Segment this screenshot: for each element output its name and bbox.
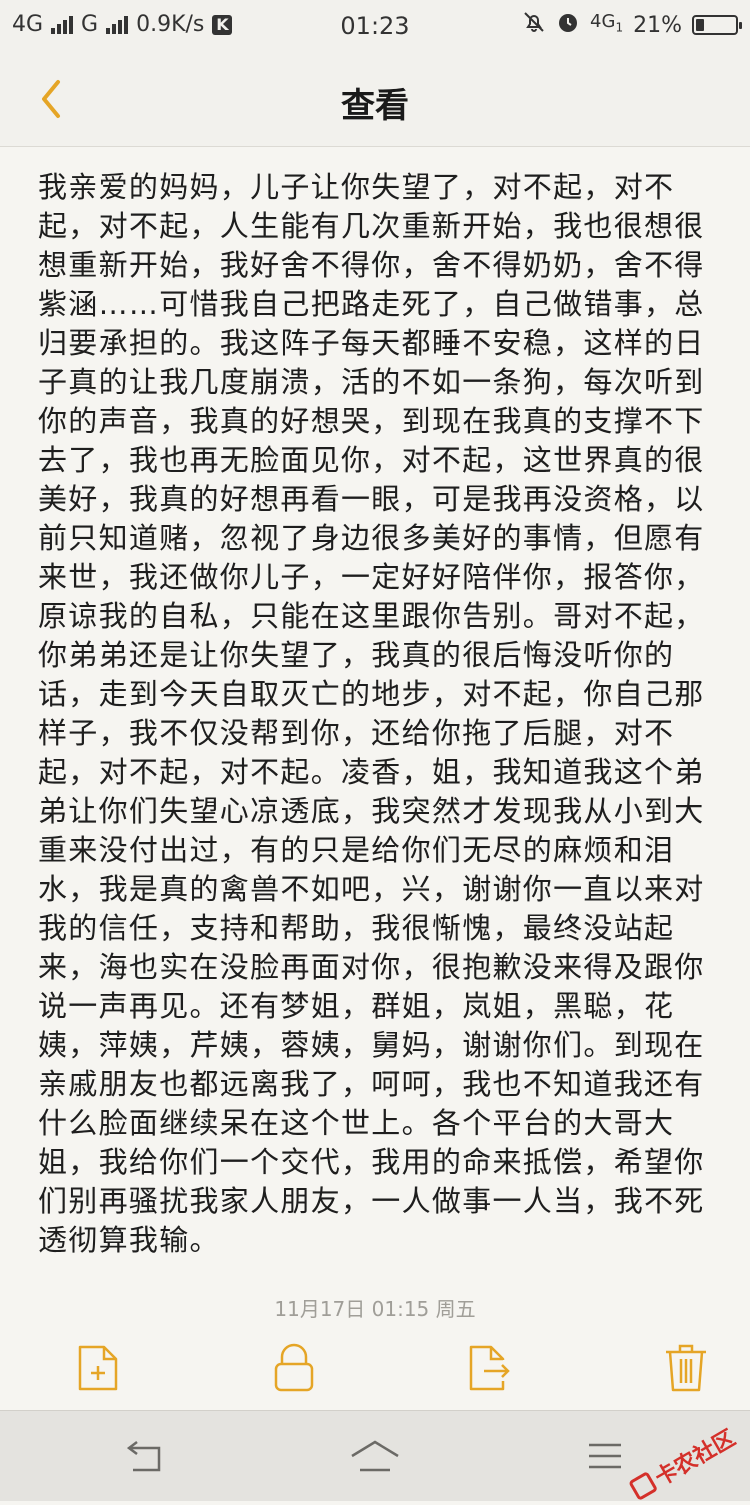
share-button[interactable] [460, 1338, 520, 1398]
note-toolbar [0, 1330, 750, 1410]
share-icon [469, 1345, 510, 1391]
battery-icon [692, 15, 742, 35]
lock-button[interactable] [264, 1338, 324, 1398]
watermark-text: 卡农社区 [651, 1425, 740, 1492]
alarm-icon [556, 10, 580, 40]
battery-percent: 21% [633, 12, 682, 38]
mute-bell-icon [522, 10, 546, 40]
network-type-3: 4G1 [590, 11, 624, 35]
note-body[interactable]: 我亲爱的妈妈，儿子让你失望了，对不起，对不起，对不起，人生能有几次重新开始，我也… [38, 168, 714, 1267]
menu-icon [589, 1443, 621, 1469]
new-note-icon [78, 1345, 118, 1391]
system-nav-bar: 卡农社区 [0, 1410, 750, 1502]
new-note-button[interactable] [68, 1338, 128, 1398]
trash-icon [666, 1344, 706, 1392]
system-home-button[interactable] [345, 1433, 405, 1479]
status-right: 4G1 21% [522, 10, 742, 40]
back-icon [126, 1441, 161, 1472]
note-date: 11月17日 01:15 周五 [274, 1297, 476, 1321]
system-back-button[interactable] [115, 1433, 175, 1479]
system-menu-button[interactable] [575, 1433, 635, 1479]
lock-icon [274, 1343, 314, 1392]
page-title: 查看 [341, 86, 409, 126]
battery-fill [696, 19, 704, 31]
watermark: 卡农社区 [626, 1421, 741, 1505]
status-bar: 4G G 0.9K/s K 01:23 4G1 21% [0, 0, 750, 52]
home-icon [351, 1440, 399, 1472]
nav-bar: 查看 [0, 52, 750, 147]
delete-button[interactable] [656, 1338, 716, 1398]
